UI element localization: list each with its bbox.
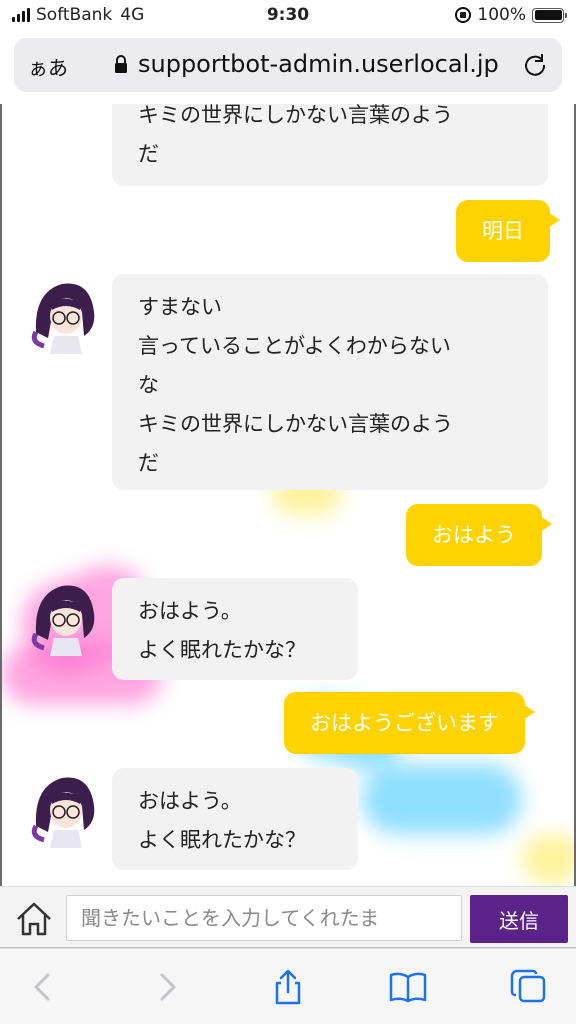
message-line: おはよう。 bbox=[138, 789, 242, 813]
bot-avatar bbox=[31, 585, 95, 656]
back-icon[interactable] bbox=[24, 967, 64, 1007]
message-text: 明日 bbox=[482, 219, 524, 243]
forward-icon[interactable] bbox=[146, 967, 186, 1007]
status-bar: SoftBank 4G 9:30 100% bbox=[0, 0, 576, 32]
user-message: おはよう bbox=[406, 504, 552, 566]
bot-message: おはよう。 よく眠れたかな？ bbox=[112, 578, 358, 680]
home-icon[interactable] bbox=[14, 899, 54, 939]
message-input-bar: 送信 bbox=[0, 886, 576, 948]
book-icon[interactable] bbox=[388, 967, 428, 1007]
reload-icon[interactable] bbox=[522, 52, 548, 78]
message-line: キミの世界にしかない言葉のよう bbox=[138, 412, 453, 436]
bot-avatar bbox=[31, 283, 95, 354]
chat-area[interactable]: キミの世界にしかない言葉のよう だ 明日 すまない 言っていることがよくわからな… bbox=[0, 104, 576, 888]
background-splash bbox=[522, 834, 574, 884]
message-line: キミの世界にしかない言葉のよう bbox=[138, 104, 453, 127]
user-message: おはようございます bbox=[284, 692, 535, 754]
url-text: supportbot-admin.userlocal.jp bbox=[138, 50, 499, 78]
text-size-button[interactable]: ぁあ bbox=[28, 52, 68, 81]
status-right: 100% bbox=[455, 5, 567, 25]
message-line: だ bbox=[138, 142, 159, 166]
message-line: な bbox=[138, 373, 159, 397]
battery-icon bbox=[532, 7, 567, 23]
message-line: おはよう。 bbox=[138, 599, 242, 623]
browser-toolbar bbox=[0, 948, 576, 1024]
address-bar[interactable]: ぁあ supportbot-admin.userlocal.jp bbox=[14, 38, 562, 92]
message-input[interactable] bbox=[66, 895, 462, 941]
bot-message: おはよう。 よく眠れたかな？ bbox=[112, 768, 358, 870]
background-splash bbox=[362, 764, 522, 834]
tabs-icon[interactable] bbox=[508, 967, 548, 1007]
lock-icon bbox=[115, 55, 127, 73]
bot-avatar bbox=[31, 777, 95, 848]
browser-header: ぁあ supportbot-admin.userlocal.jp bbox=[0, 32, 576, 104]
message-line: よく眠れたかな？ bbox=[138, 638, 306, 662]
message-text: おはよう bbox=[432, 523, 516, 547]
message-line: だ bbox=[138, 451, 159, 475]
message-text: おはようございます bbox=[310, 711, 499, 735]
bot-message: すまない 言っていることがよくわからない な キミの世界にしかない言葉のよう だ bbox=[112, 274, 548, 490]
rotation-lock-icon bbox=[455, 7, 472, 23]
share-icon[interactable] bbox=[268, 967, 308, 1007]
message-line: よく眠れたかな？ bbox=[138, 828, 306, 852]
message-line: すまない bbox=[138, 295, 222, 319]
bot-message: キミの世界にしかない言葉のよう だ bbox=[112, 104, 548, 186]
message-line: 言っていることがよくわからない bbox=[138, 334, 451, 358]
user-message: 明日 bbox=[456, 200, 560, 262]
battery-percent: 100% bbox=[477, 5, 526, 25]
send-button[interactable]: 送信 bbox=[470, 895, 568, 943]
